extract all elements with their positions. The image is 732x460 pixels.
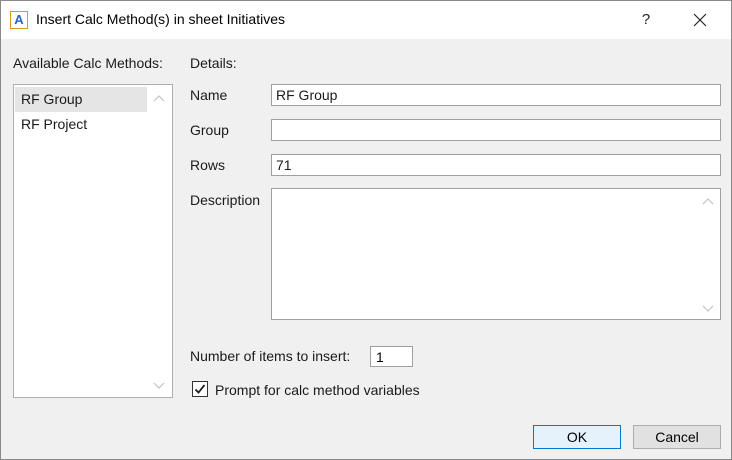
calc-methods-list[interactable]: RF Group RF Project xyxy=(13,84,173,398)
list-scrollbar[interactable] xyxy=(147,86,171,396)
rows-field[interactable] xyxy=(271,154,721,176)
rows-label: Rows xyxy=(190,157,226,173)
group-field[interactable] xyxy=(271,119,721,141)
scroll-down-icon[interactable] xyxy=(702,305,714,313)
prompt-variables-checkbox[interactable] xyxy=(192,381,208,397)
checkmark-icon xyxy=(194,384,206,394)
dialog-window: A Insert Calc Method(s) in sheet Initiat… xyxy=(0,0,732,460)
scroll-up-icon[interactable] xyxy=(702,197,714,205)
group-label: Group xyxy=(190,122,229,138)
title-bar[interactable]: A Insert Calc Method(s) in sheet Initiat… xyxy=(1,1,731,39)
details-heading: Details: xyxy=(190,55,237,71)
items-count-label: Number of items to insert: xyxy=(190,348,351,364)
scroll-down-icon[interactable] xyxy=(153,382,165,390)
description-box[interactable] xyxy=(271,188,721,320)
list-item-rf-group[interactable]: RF Group xyxy=(15,87,147,112)
list-item-rf-project[interactable]: RF Project xyxy=(15,112,147,137)
description-label: Description xyxy=(190,192,261,208)
close-icon xyxy=(693,13,707,27)
prompt-variables-label[interactable]: Prompt for calc method variables xyxy=(215,382,420,398)
description-field[interactable] xyxy=(272,189,696,319)
items-count-field[interactable] xyxy=(370,346,413,367)
ok-button[interactable]: OK xyxy=(533,425,621,449)
help-button[interactable]: ? xyxy=(631,5,661,35)
dialog-title: Insert Calc Method(s) in sheet Initiativ… xyxy=(36,11,285,27)
scroll-up-icon[interactable] xyxy=(153,94,165,102)
name-label: Name xyxy=(190,87,228,103)
name-field[interactable] xyxy=(271,84,721,106)
close-button[interactable] xyxy=(685,5,715,35)
available-methods-label: Available Calc Methods: xyxy=(13,55,163,71)
description-scrollbar[interactable] xyxy=(696,189,720,319)
app-icon: A xyxy=(10,11,28,29)
cancel-button[interactable]: Cancel xyxy=(633,425,721,449)
